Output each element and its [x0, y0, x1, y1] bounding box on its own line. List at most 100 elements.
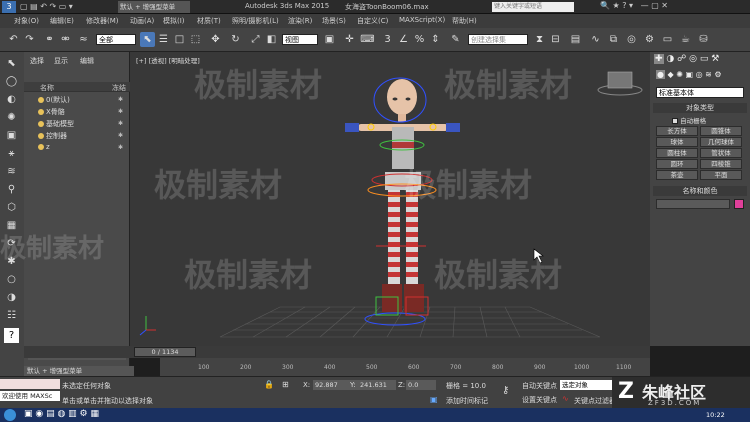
group-filter-icon[interactable]: ⬡ — [4, 200, 19, 215]
start-button-icon[interactable] — [4, 409, 16, 421]
spacewarps-icon[interactable]: ≋ — [705, 70, 712, 79]
clock[interactable]: 10:22 — [706, 411, 725, 419]
camera-filter-icon[interactable]: ▣ — [4, 128, 19, 143]
teapot-button[interactable]: 茶壶 — [656, 170, 698, 180]
helpers-icon[interactable]: ◎ — [696, 70, 703, 79]
render-setup-icon[interactable]: ⚙ — [642, 32, 657, 47]
systems-icon[interactable]: ⚙ — [714, 70, 721, 79]
align-icon[interactable]: ⊟ — [548, 32, 563, 47]
autogrid-checkbox[interactable]: 自动栅格 — [672, 115, 706, 125]
modify-tab-icon[interactable]: ◑ — [666, 54, 674, 64]
layer-bulb-icon[interactable] — [38, 133, 44, 139]
mirror-icon[interactable]: ⧗ — [532, 32, 547, 47]
time-slider-thumb[interactable]: 0 / 1134 — [134, 347, 196, 357]
invert-filter-icon[interactable]: ◑ — [4, 290, 19, 305]
layer-row[interactable]: X骨骼 — [38, 107, 65, 117]
tab-edit[interactable]: 编辑 — [80, 56, 94, 66]
utilities-tab-icon[interactable]: ⚒ — [711, 54, 719, 64]
color-swatch[interactable] — [734, 199, 744, 209]
layer-icon[interactable]: ☷ — [4, 308, 19, 323]
link-icon[interactable]: ⚭ — [42, 32, 57, 47]
menu-modifiers[interactable]: 修改器(M) — [86, 16, 119, 26]
key-filters-button[interactable]: 关键点过滤器 — [574, 396, 616, 406]
key-icon[interactable]: ⚷ — [502, 385, 509, 396]
curve-editor-icon[interactable]: ∿ — [588, 32, 603, 47]
layer-bulb-icon[interactable] — [38, 121, 44, 127]
checkbox-icon[interactable] — [672, 118, 678, 124]
track-bar[interactable]: 100 200 300 400 500 600 700 800 900 1000… — [160, 358, 650, 376]
y-coord-field[interactable]: 241.631 — [358, 380, 396, 390]
spacewarp-filter-icon[interactable]: ≋ — [4, 164, 19, 179]
maxscript-listener[interactable]: 欢迎使用 MAXSc — [0, 391, 60, 401]
cone-button[interactable]: 圆锥体 — [700, 126, 742, 136]
set-key-button[interactable]: 设置关键点 — [522, 395, 557, 405]
select-object-icon[interactable]: ⬉ — [140, 32, 155, 47]
box-button[interactable]: 长方体 — [656, 126, 698, 136]
window-controls[interactable]: 🔍 ★ ? ▾ — ▢ ✕ — [600, 1, 668, 10]
z-coord-field[interactable]: 0.0 — [406, 380, 436, 390]
tube-button[interactable]: 管状体 — [700, 148, 742, 158]
hierarchy-tab-icon[interactable]: ☍ — [677, 54, 686, 64]
snap-icon[interactable]: 3 — [380, 32, 395, 47]
bone-filter-icon[interactable]: ⚲ — [4, 182, 19, 197]
layers-icon[interactable]: ▤ — [568, 32, 583, 47]
rollout-object-type[interactable]: 对象类型 — [653, 103, 747, 113]
add-time-tag[interactable]: 添加时间标记 — [446, 396, 488, 406]
taskbar-app-icons[interactable]: ▣ ◉ ▤ ◍ ▥ ⚙ ▦ — [24, 409, 99, 419]
search-input[interactable]: 键入关键字或短语 — [492, 2, 574, 12]
render-production-icon[interactable]: ⛁ — [696, 32, 711, 47]
cylinder-button[interactable]: 圆柱体 — [656, 148, 698, 158]
primitive-type-dropdown[interactable]: 标准基本体 — [656, 87, 744, 98]
none-filter-icon[interactable]: ○ — [4, 272, 19, 287]
lock-selection-icon[interactable]: 🔒 — [264, 380, 274, 389]
window-crossing-icon[interactable]: ⬚ — [188, 32, 203, 47]
geometry-icon[interactable]: ● — [656, 70, 665, 79]
layer-row[interactable]: z — [38, 143, 50, 153]
pyramid-button[interactable]: 四棱锥 — [700, 159, 742, 169]
scale-icon[interactable]: ⤢ — [248, 32, 263, 47]
select-icon[interactable]: ⬉ — [4, 56, 19, 71]
workspace-tab[interactable]: 默认 + 增强型菜单 — [118, 1, 190, 13]
rect-selection-icon[interactable]: □ — [172, 32, 187, 47]
layer-row[interactable]: 基础模型 — [38, 119, 74, 129]
create-tab-icon[interactable]: ✚ — [654, 54, 664, 64]
perspective-viewport[interactable]: [+] [透视] [明暗处理] 极制素材 极制素材 极制素材 极制素材 极制素材… — [130, 52, 650, 346]
layer-bulb-icon[interactable] — [38, 109, 44, 115]
key-filter-dropdown[interactable]: 选定对象 — [560, 380, 620, 390]
placement-icon[interactable]: ◧ — [264, 32, 279, 47]
help-icon[interactable]: ? — [4, 328, 19, 343]
freeze-icons[interactable]: ✱ ✱ ✱ ✱ ✱ — [118, 94, 126, 154]
menu-help[interactable]: 帮助(H) — [452, 16, 477, 26]
absolute-mode-icon[interactable]: ⊞ — [282, 380, 289, 389]
bind-spacewarp-icon[interactable]: ≈ — [76, 32, 91, 47]
geosphere-button[interactable]: 几何球体 — [700, 137, 742, 147]
object-name-field[interactable] — [656, 199, 730, 209]
menu-object[interactable]: 对象(O) — [14, 16, 39, 26]
rendered-frame-icon[interactable]: ▭ — [660, 32, 675, 47]
menu-rendering[interactable]: 渲染(R) — [288, 16, 312, 26]
shapes-icon[interactable]: ◆ — [668, 70, 674, 79]
material-editor-icon[interactable]: ◎ — [624, 32, 639, 47]
menu-material[interactable]: 材质(T) — [197, 16, 221, 26]
viewcube-icon[interactable] — [597, 71, 643, 96]
quick-access-icons[interactable]: ▢ ▤ ↶ ↷ ▭ ▾ — [20, 2, 73, 11]
spinner-snap-icon[interactable]: ⇕ — [428, 32, 443, 47]
menu-maxscript[interactable]: MAXScript(X) — [399, 16, 445, 24]
pivot-icon[interactable]: ▣ — [322, 32, 337, 47]
edit-named-sets-icon[interactable]: ✎ — [448, 32, 463, 47]
unlink-icon[interactable]: ⚮ — [58, 32, 73, 47]
lights-icon[interactable]: ✺ — [676, 70, 683, 79]
menu-simulate[interactable]: 模拟(I) — [163, 16, 185, 26]
key-filters-icon[interactable]: ∿ — [562, 394, 569, 403]
tab-display[interactable]: 显示 — [54, 56, 68, 66]
select-by-name-icon[interactable]: ☰ — [156, 32, 171, 47]
display-tab-icon[interactable]: ▭ — [700, 54, 709, 64]
geometry-filter-icon[interactable]: ◯ — [4, 74, 19, 89]
time-tag-icon[interactable]: ▣ — [430, 395, 438, 404]
move-icon[interactable]: ✥ — [208, 32, 223, 47]
workspace-switcher[interactable]: 默认 + 增强型菜单 — [24, 366, 134, 376]
manipulate-icon[interactable]: ✛ — [342, 32, 357, 47]
light-filter-icon[interactable]: ✺ — [4, 110, 19, 125]
layer-bulb-icon[interactable] — [38, 144, 44, 150]
redo-icon[interactable]: ↷ — [22, 32, 37, 47]
